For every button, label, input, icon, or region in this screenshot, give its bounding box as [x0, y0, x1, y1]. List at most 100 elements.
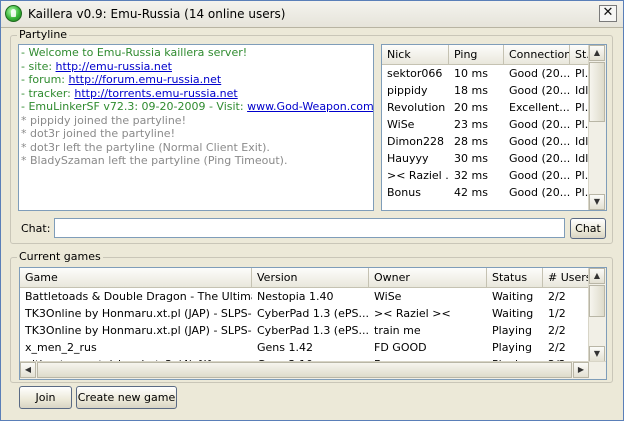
table-cell: Waiting [492, 290, 534, 303]
table-cell: WiSe [387, 118, 415, 131]
chat-button[interactable]: Chat [570, 218, 606, 239]
user-row[interactable]: WiSe23 msGood (20...Pl... [382, 116, 591, 133]
game-row[interactable]: TK3Online by Honmaru.xt.pl (JAP) - SLPS-… [20, 305, 591, 322]
chat-message-link[interactable]: http://forum.emu-russia.net [68, 73, 221, 86]
chat-message-link[interactable]: http://torrents.emu-russia.net [74, 87, 237, 100]
table-cell: 2/2 [548, 290, 566, 303]
user-row[interactable]: Bonus42 msGood (20...Pl... [382, 184, 591, 201]
scroll-thumb[interactable] [589, 62, 605, 122]
column-header[interactable]: Version [252, 268, 369, 287]
window-title: Kaillera v0.9: Emu-Russia (14 online use… [28, 7, 286, 21]
user-row[interactable]: >< Raziel ...32 msGood (20...Pl... [382, 167, 591, 184]
chat-message-text: * dot3r joined the partyline! [21, 127, 175, 140]
user-row[interactable]: pippidy18 msGood (20...Idl... [382, 82, 591, 99]
table-cell: Bonus [387, 186, 421, 199]
chat-message-text: - forum: [21, 73, 69, 86]
table-cell: Revolution [387, 101, 446, 114]
table-cell: Waiting [492, 307, 534, 320]
scroll-up-arrow-icon: ▲ [593, 271, 601, 280]
scroll-up-button[interactable]: ▲ [589, 45, 605, 61]
horizontal-scroll-thumb[interactable] [37, 362, 572, 378]
table-cell: Playing [492, 324, 532, 337]
table-cell: 2/2 [548, 324, 566, 337]
partyline-messages[interactable]: - Welcome to Emu-Russia kaillera server!… [18, 44, 374, 211]
chat-message: * dot3r joined the partyline! [21, 127, 371, 141]
user-row[interactable]: Revolution20 msExcellent...Pl... [382, 99, 591, 116]
users-list-header: NickPingConnectionSt... [382, 45, 591, 65]
table-cell: Good (20... [509, 67, 570, 80]
title-bar[interactable]: Kaillera v0.9: Emu-Russia (14 online use… [1, 1, 623, 28]
users-vertical-scrollbar[interactable]: ▲ ▼ [588, 45, 606, 210]
create-new-game-button[interactable]: Create new game [76, 386, 177, 409]
scroll-down-arrow-icon: ▼ [593, 197, 601, 206]
user-row[interactable]: Dimon22828 msGood (20...Idl... [382, 133, 591, 150]
chat-message-text: * pippidy joined the partyline! [21, 113, 186, 127]
close-button[interactable]: ✕ [599, 5, 617, 22]
table-cell: WiSe [374, 290, 402, 303]
chat-message-link[interactable]: http://emu-russia.net [56, 60, 172, 73]
game-row[interactable]: TK3Online by Honmaru.xt.pl (JAP) - SLPS-… [20, 322, 591, 339]
chat-message: * dot3r left the partyline (Normal Clien… [21, 141, 371, 155]
table-cell: Good (20... [509, 152, 570, 165]
table-cell: Nestopia 1.40 [257, 290, 334, 303]
table-cell: >< Raziel ... [387, 169, 449, 182]
scroll-down-button[interactable]: ▼ [589, 346, 605, 362]
game-row[interactable]: Battletoads & Double Dragon - The Ultima… [20, 288, 591, 305]
games-vertical-scrollbar[interactable]: ▲ ▼ [588, 268, 606, 362]
table-cell: Hauyyy [387, 152, 429, 165]
chat-input[interactable] [54, 218, 565, 238]
scroll-thumb[interactable] [589, 285, 605, 317]
column-header[interactable]: Connection [504, 45, 570, 64]
table-cell: Gens 1.42 [257, 341, 313, 354]
game-row[interactable]: x_men_2_rus Gens 1.42 FD GOOD Playing 2/2 [20, 339, 591, 356]
table-cell: 2/2 [548, 341, 566, 354]
current-games-label: Current games [17, 250, 103, 263]
chat-message: - tracker: http://torrents.emu-russia.ne… [21, 87, 371, 101]
chat-message-text: * BladySzaman left the partyline (Ping T… [21, 154, 288, 167]
table-cell: CyberPad 1.3 (ePS... [257, 307, 369, 320]
table-cell: 30 ms [454, 152, 488, 165]
table-cell: pippidy [387, 84, 428, 97]
chat-message-link[interactable]: www.God-Weapon.com [247, 100, 373, 113]
user-row[interactable]: Hauyyy30 msGood (20...Idl... [382, 150, 591, 167]
table-cell: train me [374, 324, 421, 337]
table-cell: TK3Online by Honmaru.xt.pl (JAP) - SLPS-… [25, 324, 252, 337]
scroll-right-arrow-icon: ▶ [577, 365, 585, 374]
games-horizontal-scrollbar[interactable]: ◀ ▶ [20, 361, 606, 379]
chat-message: - forum: http://forum.emu-russia.net [21, 73, 371, 87]
table-cell: TK3Online by Honmaru.xt.pl (JAP) - SLPS-… [25, 307, 252, 320]
column-header[interactable]: Ping [449, 45, 504, 64]
games-list[interactable]: Game Version Owner Status # Users Battletoad… [19, 267, 607, 380]
table-cell: Good (20... [509, 186, 570, 199]
table-cell: Good (20... [509, 84, 570, 97]
column-header[interactable]: Status [487, 268, 543, 287]
app-window: Kaillera v0.9: Emu-Russia (14 online use… [0, 0, 624, 421]
chat-message: * BladySzaman left the partyline (Ping T… [21, 154, 371, 168]
column-header[interactable]: Owner [369, 268, 487, 287]
column-header[interactable]: Game [20, 268, 252, 287]
column-header[interactable]: Nick [382, 45, 449, 64]
partyline-label: Partyline [17, 28, 70, 41]
scroll-left-button[interactable]: ◀ [20, 362, 36, 378]
join-button[interactable]: Join [19, 386, 72, 409]
table-cell: 10 ms [454, 67, 488, 80]
chat-message: - EmuLinkerSF v72.3: 09-20-2009 - Visit:… [21, 100, 373, 114]
table-cell: Playing [492, 341, 532, 354]
scroll-right-button[interactable]: ▶ [573, 362, 589, 378]
scroll-down-button[interactable]: ▼ [589, 194, 605, 210]
chat-message-text: - site: [21, 59, 56, 73]
games-list-header: Game Version Owner Status # Users [20, 268, 591, 288]
table-cell: 32 ms [454, 169, 488, 182]
table-cell: 42 ms [454, 186, 488, 199]
scroll-up-arrow-icon: ▲ [593, 48, 601, 57]
scroll-up-button[interactable]: ▲ [589, 268, 605, 284]
table-cell: Battletoads & Double Dragon - The Ultima… [25, 290, 252, 303]
users-list[interactable]: NickPingConnectionSt... sektor066 10 ms Go… [381, 44, 607, 211]
user-row[interactable]: sektor06610 msGood (20...Pl... [382, 65, 591, 82]
chat-message-text: - tracker: [21, 86, 75, 100]
table-cell: 18 ms [454, 84, 488, 97]
table-cell: FD GOOD [374, 341, 427, 354]
table-cell: 23 ms [454, 118, 488, 131]
table-cell: Dimon228 [387, 135, 444, 148]
column-header[interactable]: # Users [543, 268, 591, 287]
